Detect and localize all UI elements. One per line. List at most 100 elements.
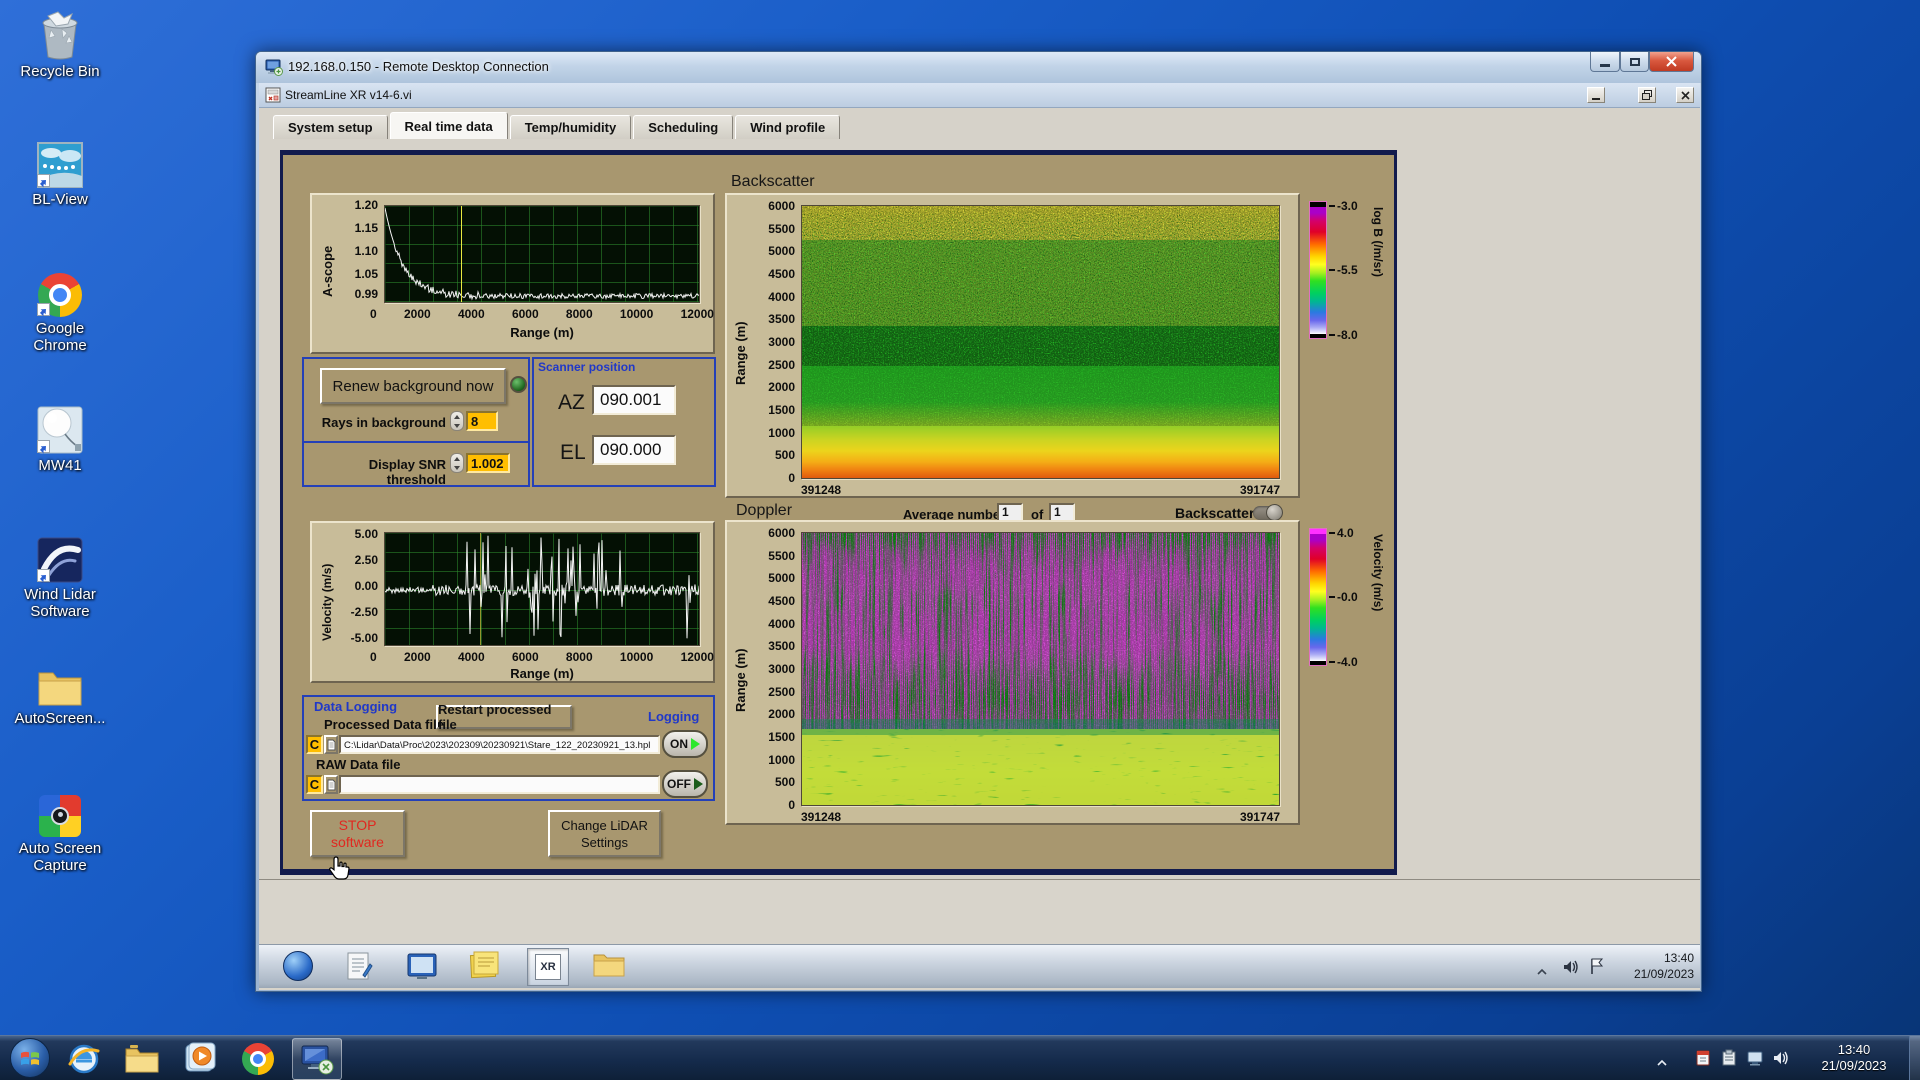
stop-label-line1: STOP [338, 816, 377, 833]
folder-icon [36, 657, 84, 707]
backscatter-toggle-switch[interactable] [1253, 504, 1283, 521]
rdp-close-button[interactable] [1649, 52, 1694, 72]
chrome-icon [36, 267, 84, 317]
processed-path-field[interactable]: C:\Lidar\Data\Proc\2023\202309\20230921\… [339, 735, 660, 754]
sl-minimize-button[interactable] [1587, 87, 1605, 103]
desktop-icon-label: Wind Lidar Software [24, 586, 96, 620]
raw-drive-selector[interactable]: C [306, 775, 323, 794]
raw-logging-off-button[interactable]: OFF [662, 770, 708, 798]
scanner-position-group: Scanner position AZ 090.001 EL 090.000 [532, 357, 716, 487]
sl-close-button[interactable] [1676, 87, 1694, 103]
desktop-icon-auto-screen-capture[interactable]: Auto Screen Capture [8, 787, 112, 874]
toggle-knob [1266, 504, 1283, 521]
az-value-field[interactable]: 090.001 [592, 385, 676, 415]
el-label: EL [560, 441, 586, 464]
tick-label: 1500 [768, 402, 795, 417]
rdp-titlebar[interactable]: 192.168.0.150 - Remote Desktop Connectio… [256, 52, 1701, 83]
rays-value-field[interactable]: 8 [466, 411, 498, 431]
desktop-icon-mw41[interactable]: MW41 [8, 404, 112, 474]
processed-logging-on-button[interactable]: ON [662, 730, 708, 758]
tray-alert-icon[interactable] [1694, 1049, 1712, 1067]
tick-label: 3000 [768, 661, 795, 676]
tick-label: 3500 [768, 639, 795, 654]
minimize-icon [1592, 97, 1600, 100]
velocity-plot[interactable] [384, 532, 700, 646]
colorbar-mid-label: -5.5 [1337, 263, 1358, 277]
sl-restore-button[interactable] [1638, 87, 1656, 103]
taskbar-clock[interactable]: 13:40 21/09/2023 [1804, 1042, 1904, 1074]
remote-start-button[interactable] [283, 951, 315, 983]
rays-spinner[interactable] [450, 411, 464, 431]
average-total-value: 1 [1054, 505, 1061, 519]
desktop-icon-recycle-bin[interactable]: Recycle Bin [8, 10, 112, 80]
ascope-x-axis-label: Range (m) [510, 325, 574, 340]
stop-software-button[interactable]: STOP software [310, 810, 405, 857]
tick-label: 4000 [768, 616, 795, 631]
taskbar-rdp-app[interactable] [292, 1038, 342, 1080]
tab-wind-profile[interactable]: Wind profile [735, 115, 841, 139]
tray-volume-icon[interactable] [1772, 1049, 1790, 1067]
show-desktop-button[interactable] [1909, 1036, 1920, 1080]
snr-value-field[interactable]: 1.002 [466, 453, 510, 473]
streamline-titlebar[interactable]: StreamLine XR v14-6.vi [259, 83, 1700, 108]
tab-bar: System setup Real time data Temp/humidit… [273, 112, 842, 139]
tab-system-setup[interactable]: System setup [273, 115, 388, 139]
spinner-up-icon [454, 456, 460, 461]
taskbar-chrome-icon[interactable] [240, 1041, 276, 1077]
processed-drive-selector[interactable]: C [306, 735, 323, 754]
taskbar-explorer-icon[interactable] [124, 1041, 160, 1077]
desktop-icon-wind-lidar[interactable]: Wind Lidar Software [8, 533, 112, 620]
tray-clipboard-icon[interactable] [1720, 1049, 1738, 1067]
mouse-cursor [328, 856, 350, 887]
raw-browse-button[interactable] [324, 775, 338, 794]
backscatter-colorbar-unit: log B (/m/sr) [1371, 207, 1385, 278]
el-value-field[interactable]: 090.000 [592, 435, 676, 465]
tick-label: 2.50 [354, 553, 378, 567]
restart-processed-file-button[interactable]: Restart processed file [436, 702, 572, 732]
raw-path-field[interactable] [339, 775, 660, 794]
tray-expand-icon[interactable] [1656, 1054, 1668, 1072]
remote-app-icon[interactable] [407, 951, 439, 983]
start-button[interactable] [10, 1038, 50, 1078]
recycle-bin-icon [36, 10, 84, 60]
remote-taskbar-streamline-app[interactable]: XR [527, 948, 569, 986]
maximize-icon [1629, 57, 1640, 66]
remote-notepad-icon[interactable] [345, 951, 377, 983]
tray-display-icon[interactable] [1746, 1049, 1764, 1067]
backscatter-y-axis-label: Range (m) [733, 321, 748, 385]
plot-cursor[interactable] [461, 206, 462, 302]
remote-volume-icon[interactable] [1562, 958, 1580, 981]
clock-time: 13:40 [1837, 1042, 1871, 1057]
ascope-plot[interactable] [384, 205, 700, 303]
taskbar-media-player-icon[interactable] [182, 1041, 218, 1077]
tab-real-time-data[interactable]: Real time data [389, 112, 508, 139]
remote-folder-icon[interactable] [593, 951, 625, 983]
streamline-window-title: StreamLine XR v14-6.vi [285, 88, 412, 102]
desktop-icon-google-chrome[interactable]: Google Chrome [8, 267, 112, 354]
tick-label: 8000 [565, 650, 593, 664]
colorbar-tick [1329, 532, 1335, 534]
taskbar-ie-icon[interactable] [66, 1041, 102, 1077]
velocity-y-axis-label: Velocity (m/s) [320, 563, 334, 641]
doppler-heatmap[interactable] [801, 532, 1280, 806]
colorbar-max-label: 4.0 [1337, 526, 1354, 540]
tick-label: 2000 [403, 307, 431, 321]
tick-label: 5.00 [354, 527, 378, 541]
remote-notes-icon[interactable] [469, 951, 501, 983]
remote-clock[interactable]: 13:40 21/09/2023 [1604, 950, 1694, 982]
rdp-maximize-button[interactable] [1620, 52, 1649, 72]
rdp-minimize-button[interactable] [1590, 52, 1620, 72]
renew-background-button[interactable]: Renew background now [320, 368, 506, 404]
processed-browse-button[interactable] [324, 735, 338, 754]
desktop-icon-bl-view[interactable]: BL-View [8, 138, 112, 208]
tab-scheduling[interactable]: Scheduling [633, 115, 734, 139]
tick-label: 3000 [768, 334, 795, 349]
desktop-icon-label: AutoScreen... [14, 710, 106, 727]
desktop-icon-autoscreen[interactable]: AutoScreen... [8, 657, 112, 727]
change-lidar-settings-button[interactable]: Change LiDAR Settings [548, 810, 661, 857]
backscatter-heatmap[interactable] [801, 205, 1280, 479]
remote-tray-expand-icon[interactable] [1536, 963, 1548, 981]
tab-temp-humidity[interactable]: Temp/humidity [509, 115, 632, 139]
snr-spinner[interactable] [450, 453, 464, 473]
snr-group: Display SNR threshold 1.002 [302, 441, 530, 487]
